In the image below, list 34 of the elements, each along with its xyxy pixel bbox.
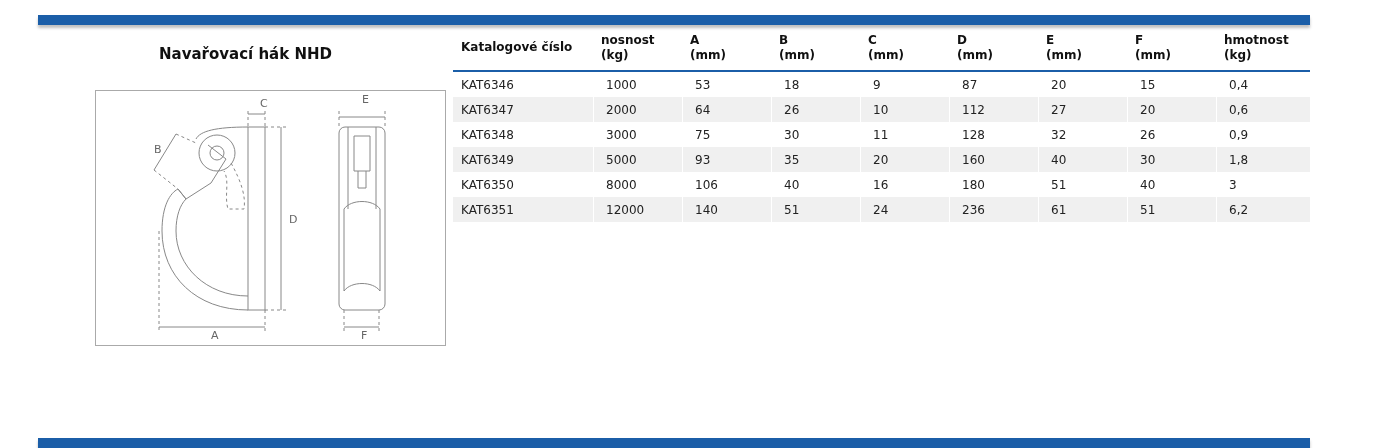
table-cell: 35 <box>771 147 860 172</box>
table-cell: 20 <box>860 147 949 172</box>
table-cell: 1,8 <box>1216 147 1310 172</box>
table-cell: 236 <box>949 197 1038 222</box>
table-cell: 140 <box>682 197 771 222</box>
table-cell: KAT6351 <box>453 197 593 222</box>
table-cell: 51 <box>1127 197 1216 222</box>
dimension-label: D <box>289 213 298 226</box>
dimension-label: E <box>362 93 369 106</box>
table-cell: 5000 <box>593 147 682 172</box>
product-title: Navařovací hák NHD <box>159 45 332 63</box>
table-cell: 12000 <box>593 197 682 222</box>
table-cell: 40 <box>1038 147 1127 172</box>
dimension-label: F <box>361 329 368 342</box>
table-cell: 0,6 <box>1216 97 1310 122</box>
table-cell: 2000 <box>593 97 682 122</box>
dimension-label: B <box>154 143 162 156</box>
table-cell: 24 <box>860 197 949 222</box>
table-cell: 51 <box>771 197 860 222</box>
table-cell: 64 <box>682 97 771 122</box>
table-cell: 10 <box>860 97 949 122</box>
table-cell: 6,2 <box>1216 197 1310 222</box>
table-cell: KAT6347 <box>453 97 593 122</box>
table-cell: 112 <box>949 97 1038 122</box>
table-cell: KAT6349 <box>453 147 593 172</box>
dimension-label: C <box>260 97 268 110</box>
table-cell: 30 <box>1127 147 1216 172</box>
table-cell: 93 <box>682 147 771 172</box>
table-cell: 26 <box>771 97 860 122</box>
table-cell: 20 <box>1127 97 1216 122</box>
table-cell: 27 <box>1038 97 1127 122</box>
table-cell: 61 <box>1038 197 1127 222</box>
table-cell: 160 <box>949 147 1038 172</box>
dimension-label: A <box>211 329 219 342</box>
